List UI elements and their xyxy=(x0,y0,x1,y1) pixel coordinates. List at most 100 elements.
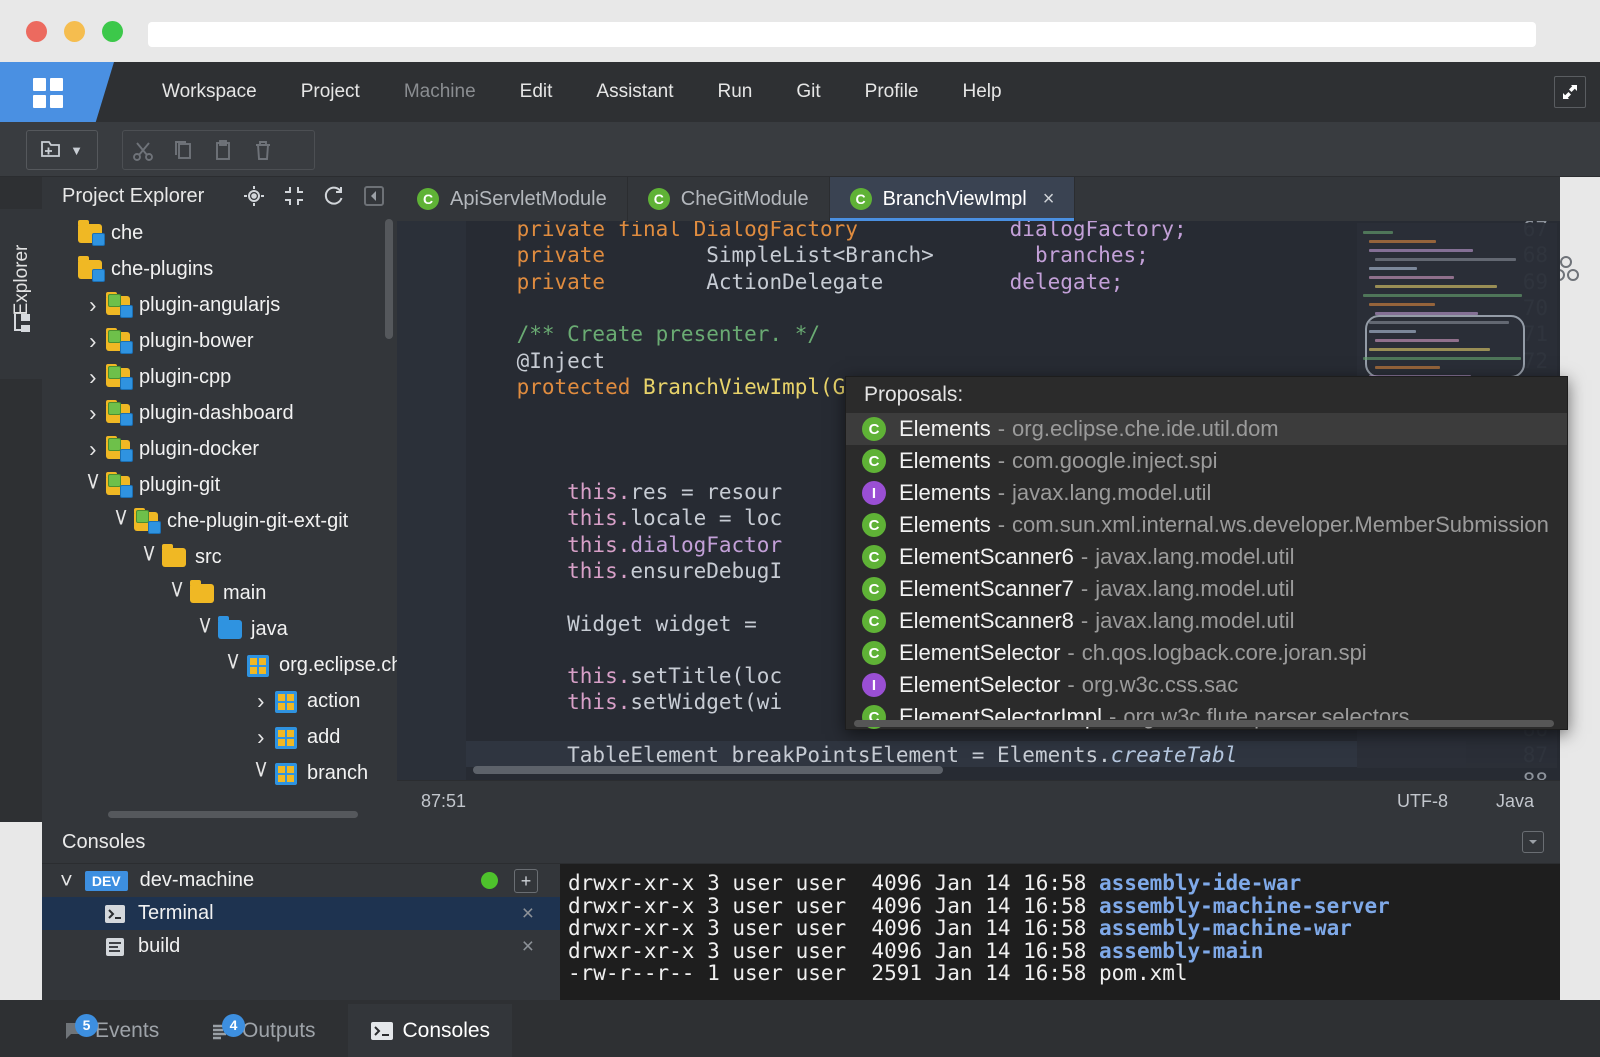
editor-tab-branchviewimpl[interactable]: CBranchViewImpl× xyxy=(830,177,1076,221)
menu-item-assistant[interactable]: Assistant xyxy=(574,62,695,122)
chevron-down-icon[interactable]: ˅ xyxy=(80,474,106,496)
tree-item[interactable]: ›plugin-bower xyxy=(42,323,397,359)
code-token: SimpleList<Branch> xyxy=(605,243,934,267)
proposals-horizontal-scrollbar[interactable] xyxy=(854,720,1554,727)
chevron-right-icon[interactable]: › xyxy=(80,441,106,458)
menu-item-git[interactable]: Git xyxy=(774,62,842,122)
minimize-window-button[interactable] xyxy=(64,21,85,42)
module-folder-icon xyxy=(134,510,160,532)
speech-bubble-icon: 5 xyxy=(64,1021,86,1041)
project-tree-icon[interactable] xyxy=(11,312,33,339)
proposals-list[interactable]: CElements-org.eclipse.che.ide.util.domCE… xyxy=(846,413,1567,730)
menu-item-edit[interactable]: Edit xyxy=(498,62,575,122)
bottom-tab-events[interactable]: 5Events xyxy=(42,1004,181,1057)
tree-item[interactable]: ›action xyxy=(42,683,397,719)
menu-item-help[interactable]: Help xyxy=(941,62,1024,122)
logo-squares-icon xyxy=(33,78,63,108)
maximize-window-button[interactable] xyxy=(102,21,123,42)
chevron-down-icon[interactable]: ˅ xyxy=(60,870,73,892)
chevron-down-icon[interactable]: ˅ xyxy=(248,762,274,784)
module-folder-icon xyxy=(106,366,132,388)
refresh-icon[interactable] xyxy=(323,185,345,212)
editor-tab-apiservletmodule[interactable]: CApiServletModule xyxy=(397,177,628,221)
proposal-item[interactable]: CElementScanner6-javax.lang.model.util xyxy=(846,541,1567,573)
autocomplete-proposals-popup[interactable]: Proposals: CElements-org.eclipse.che.ide… xyxy=(845,376,1568,730)
line-number: 88 xyxy=(1523,769,1548,780)
chevron-right-icon[interactable]: › xyxy=(80,333,106,350)
console-list[interactable]: ˅DEVdev-machine+Terminal×build× xyxy=(42,864,560,1000)
terminal-output[interactable]: drwxr-xr-x 3 user user 4096 Jan 14 16:58… xyxy=(560,864,1560,1000)
console-machine-row[interactable]: ˅DEVdev-machine+ xyxy=(42,864,560,897)
trash-icon[interactable] xyxy=(243,131,283,171)
add-console-button[interactable]: + xyxy=(514,869,538,893)
tree-item[interactable]: ˅che-plugin-git-ext-git xyxy=(42,503,397,539)
close-icon[interactable]: × xyxy=(1043,188,1055,211)
collapse-all-icon[interactable] xyxy=(283,185,305,212)
tree-item[interactable]: ›plugin-docker xyxy=(42,431,397,467)
new-file-button[interactable]: ▼ xyxy=(26,130,98,170)
bottom-tab-consoles[interactable]: Consoles xyxy=(348,1004,513,1057)
console-item-terminal[interactable]: Terminal× xyxy=(42,897,560,930)
chevron-right-icon[interactable]: › xyxy=(80,405,106,422)
proposal-package: com.sun.xml.internal.ws.developer.Member… xyxy=(1012,512,1549,538)
collapse-icon[interactable] xyxy=(1522,831,1544,853)
tree-item[interactable]: ˅src xyxy=(42,539,397,575)
chevron-right-icon[interactable]: › xyxy=(248,729,274,746)
menu-item-run[interactable]: Run xyxy=(696,62,775,122)
url-input[interactable] xyxy=(148,22,1536,47)
tree-item[interactable]: ˅branch xyxy=(42,755,397,791)
proposal-item[interactable]: IElementSelector-org.w3c.css.sac xyxy=(846,669,1567,701)
proposal-separator: - xyxy=(998,416,1005,442)
tree-item[interactable]: che-plugins xyxy=(42,251,397,287)
proposal-item[interactable]: CElementScanner7-javax.lang.model.util xyxy=(846,573,1567,605)
close-icon[interactable]: × xyxy=(522,902,534,926)
copy-icon[interactable] xyxy=(163,131,203,171)
tree-item[interactable]: ›add xyxy=(42,719,397,755)
explorer-horizontal-scrollbar[interactable] xyxy=(108,811,358,818)
chevron-down-icon[interactable]: ˅ xyxy=(192,618,218,640)
console-item-build[interactable]: build× xyxy=(42,930,560,963)
explorer-rail-tab[interactable]: Explorer xyxy=(0,209,42,379)
tree-item[interactable]: ›plugin-angularjs xyxy=(42,287,397,323)
code-token: dialogFactory; xyxy=(858,221,1187,241)
close-icon[interactable]: × xyxy=(522,935,534,959)
minimap-line xyxy=(1375,366,1440,369)
tree-item[interactable]: ˅java xyxy=(42,611,397,647)
bottom-tab-outputs[interactable]: 4Outputs xyxy=(189,1004,338,1057)
che-logo[interactable] xyxy=(0,62,130,122)
proposal-item[interactable]: CElementSelector-ch.qos.logback.core.jor… xyxy=(846,637,1567,669)
chevron-right-icon[interactable]: › xyxy=(248,693,274,710)
chevron-right-icon[interactable]: › xyxy=(80,297,106,314)
tree-item[interactable]: ›plugin-dashboard xyxy=(42,395,397,431)
tree-item[interactable]: ˅main xyxy=(42,575,397,611)
tree-item[interactable]: ›plugin-cpp xyxy=(42,359,397,395)
target-icon[interactable] xyxy=(243,185,265,212)
hide-panel-icon[interactable] xyxy=(363,185,385,212)
tree-item[interactable]: ˅plugin-git xyxy=(42,467,397,503)
close-window-button[interactable] xyxy=(26,21,47,42)
menu-item-workspace[interactable]: Workspace xyxy=(140,62,279,122)
proposal-name: ElementScanner8 xyxy=(899,608,1074,634)
proposal-item[interactable]: CElements-com.google.inject.spi xyxy=(846,445,1567,477)
chevron-down-icon[interactable]: ˅ xyxy=(108,510,134,532)
editor-tab-chegitmodule[interactable]: CCheGitModule xyxy=(628,177,830,221)
editor-horizontal-scrollbar[interactable] xyxy=(473,766,943,774)
proposal-item[interactable]: CElements-com.sun.xml.internal.ws.develo… xyxy=(846,509,1567,541)
chevron-down-icon[interactable]: ˅ xyxy=(164,582,190,604)
tree-item[interactable]: ˅org.eclipse.che xyxy=(42,647,397,683)
expand-icon[interactable] xyxy=(1554,76,1586,108)
tree-item[interactable]: che xyxy=(42,215,397,251)
scissors-icon[interactable] xyxy=(123,131,163,171)
explorer-vertical-scrollbar[interactable] xyxy=(385,219,393,339)
chevron-right-icon[interactable]: › xyxy=(80,369,106,386)
proposal-item[interactable]: IElements-javax.lang.model.util xyxy=(846,477,1567,509)
chevron-down-icon[interactable]: ˅ xyxy=(136,546,162,568)
package-icon xyxy=(274,726,300,748)
proposal-item[interactable]: CElements-org.eclipse.che.ide.util.dom xyxy=(846,413,1567,445)
menu-item-profile[interactable]: Profile xyxy=(843,62,941,122)
chevron-down-icon[interactable]: ˅ xyxy=(220,654,246,676)
paste-icon[interactable] xyxy=(203,131,243,171)
project-tree[interactable]: cheche-plugins›plugin-angularjs›plugin-b… xyxy=(42,215,397,822)
proposal-item[interactable]: CElementScanner8-javax.lang.model.util xyxy=(846,605,1567,637)
menu-item-project[interactable]: Project xyxy=(279,62,382,122)
